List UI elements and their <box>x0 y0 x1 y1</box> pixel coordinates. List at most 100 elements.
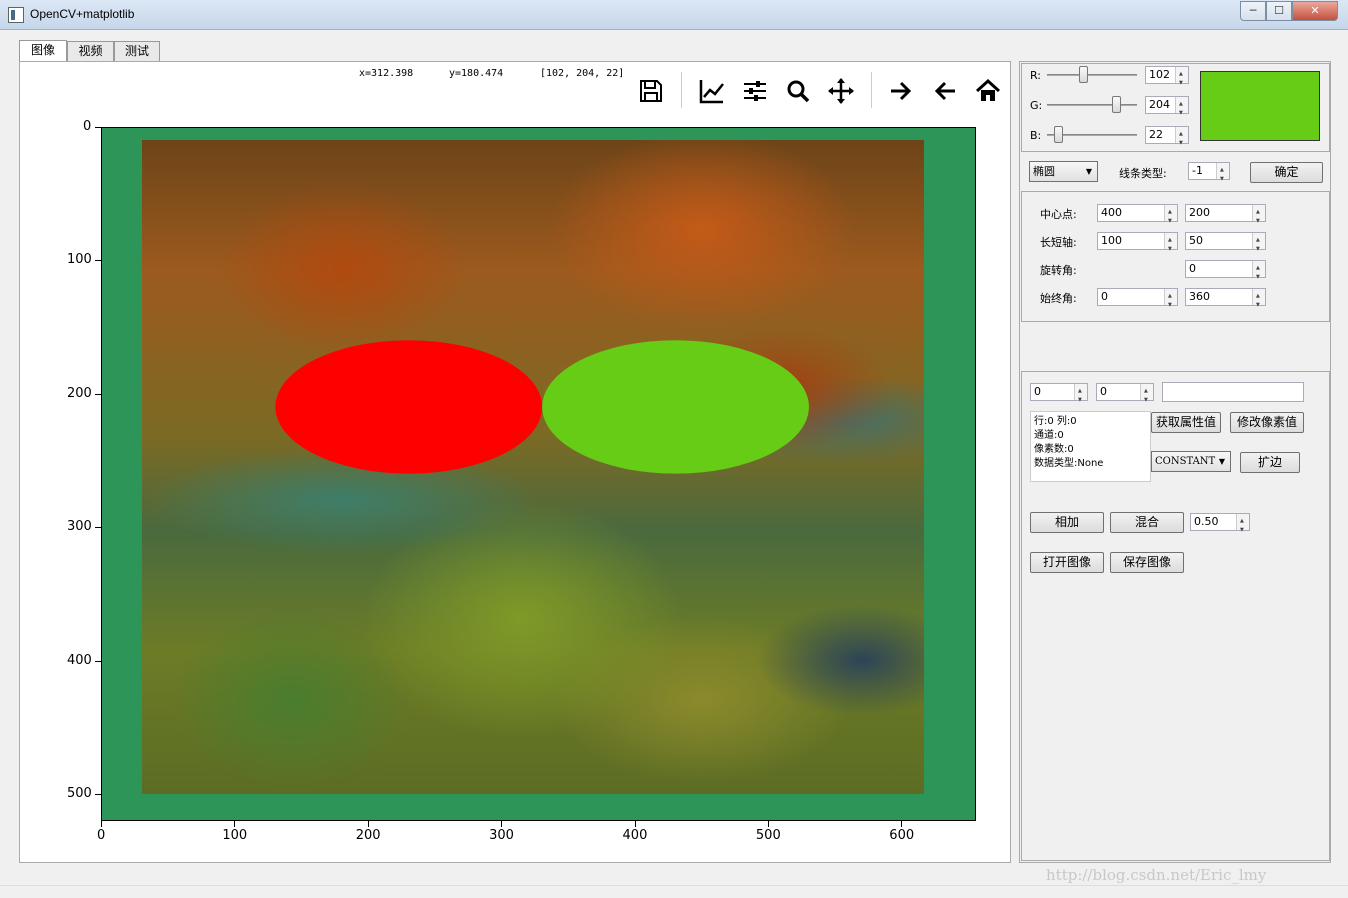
spin-arrows-icon[interactable] <box>1164 232 1177 257</box>
zoom-icon[interactable] <box>783 76 813 106</box>
pan-icon[interactable] <box>826 76 856 106</box>
cursor-x-readout: x=312.398 <box>359 68 414 79</box>
confirm-button[interactable]: 确定 <box>1250 162 1323 183</box>
home-icon[interactable] <box>973 76 1003 106</box>
border-type-select[interactable]: CONSTANT <box>1151 451 1231 472</box>
y-tick <box>95 794 101 796</box>
tab-video[interactable]: 视频 <box>67 41 114 61</box>
center-y-spinbox[interactable]: 200 <box>1185 204 1266 229</box>
y-tick <box>95 393 101 395</box>
pad-button[interactable]: 扩边 <box>1240 452 1300 473</box>
spin-arrows-icon[interactable] <box>1252 260 1265 285</box>
spin-arrows-icon[interactable] <box>1236 513 1249 538</box>
end-angle-spinbox[interactable]: 360 <box>1185 288 1266 313</box>
subplots-icon[interactable] <box>697 76 727 106</box>
cursor-y-readout: y=180.474 <box>449 68 504 79</box>
blue-value: 22 <box>1149 128 1163 141</box>
info-dtype: 数据类型:None <box>1034 458 1104 469</box>
spin-arrows-icon[interactable] <box>1175 96 1188 121</box>
spin-arrows-icon[interactable] <box>1140 383 1153 408</box>
spin-arrows-icon[interactable] <box>1164 204 1177 229</box>
center-x-spinbox[interactable]: 400 <box>1097 204 1178 229</box>
blue-slider-handle[interactable] <box>1053 126 1063 143</box>
angle-label: 旋转角: <box>1040 264 1077 277</box>
green-label: G: <box>1030 99 1043 112</box>
blend-alpha-spinbox[interactable]: 0.50 <box>1190 513 1250 538</box>
col-spinbox[interactable]: 0 <box>1096 383 1154 408</box>
pixel-value-input[interactable] <box>1162 382 1304 402</box>
y-tick <box>95 260 101 262</box>
shape-select[interactable]: 椭圆 <box>1029 161 1098 182</box>
red-label: R: <box>1030 69 1042 82</box>
x-tick-label: 200 <box>355 828 381 843</box>
span-label: 始终角: <box>1040 292 1077 305</box>
spin-arrows-icon[interactable] <box>1252 288 1265 313</box>
spin-arrows-icon[interactable] <box>1164 288 1177 313</box>
add-button[interactable]: 相加 <box>1030 512 1104 533</box>
x-tick <box>901 821 903 827</box>
tab-test[interactable]: 测试 <box>114 41 160 61</box>
get-attr-button[interactable]: 获取属性值 <box>1151 412 1221 433</box>
minimize-button[interactable]: ─ <box>1240 1 1266 21</box>
blue-label: B: <box>1030 129 1042 142</box>
y-tick-label: 0 <box>83 119 92 134</box>
blue-spinbox[interactable]: 22 <box>1145 126 1189 151</box>
axis-minor-spinbox[interactable]: 50 <box>1185 232 1266 257</box>
x-tick <box>634 821 636 827</box>
title-bar: OpenCV+matplotlib ─ ☐ ✕ <box>0 0 1348 30</box>
spin-arrows-icon[interactable] <box>1252 204 1265 229</box>
green-spinbox[interactable]: 204 <box>1145 96 1189 121</box>
green-slider-handle[interactable] <box>1111 96 1121 113</box>
line-type-label: 线条类型: <box>1119 167 1167 180</box>
status-bar <box>0 885 1348 898</box>
maximize-button[interactable]: ☐ <box>1266 1 1292 21</box>
x-tick-label: 0 <box>97 828 106 843</box>
spin-arrows-icon[interactable] <box>1074 383 1087 408</box>
green-ellipse <box>542 340 809 474</box>
x-tick-label: 100 <box>222 828 248 843</box>
drawn-shapes <box>275 340 809 474</box>
spin-arrows-icon[interactable] <box>1216 162 1229 187</box>
spin-arrows-icon[interactable] <box>1252 232 1265 257</box>
pixel-info-box: 行:0 列:0 通道:0 像素数:0 数据类型:None <box>1030 411 1151 482</box>
configure-icon[interactable] <box>740 76 770 106</box>
watermark: http://blog.csdn.net/Eric_lmy <box>1046 866 1267 884</box>
spin-arrows-icon[interactable] <box>1175 66 1188 91</box>
window-title: OpenCV+matplotlib <box>30 7 135 21</box>
col-value: 0 <box>1100 385 1107 398</box>
row-value: 0 <box>1034 385 1041 398</box>
axis-major-spinbox[interactable]: 100 <box>1097 232 1178 257</box>
axis-major-value: 100 <box>1101 234 1122 247</box>
row-spinbox[interactable]: 0 <box>1030 383 1088 408</box>
x-tick-label: 400 <box>622 828 648 843</box>
y-tick <box>95 527 101 529</box>
angle-spinbox[interactable]: 0 <box>1185 260 1266 285</box>
angle-value: 0 <box>1189 262 1196 275</box>
close-button[interactable]: ✕ <box>1292 1 1338 21</box>
tab-image[interactable]: 图像 <box>19 40 67 61</box>
start-angle-value: 0 <box>1101 290 1108 303</box>
x-tick <box>367 821 369 827</box>
green-slider[interactable] <box>1047 104 1137 106</box>
back-icon[interactable] <box>930 76 960 106</box>
save-icon[interactable] <box>636 76 666 106</box>
y-tick <box>95 127 101 128</box>
x-tick <box>767 821 769 827</box>
set-pixel-button[interactable]: 修改像素值 <box>1230 412 1304 433</box>
line-type-value: -1 <box>1192 164 1203 177</box>
save-image-button[interactable]: 保存图像 <box>1110 552 1184 573</box>
start-angle-spinbox[interactable]: 0 <box>1097 288 1178 313</box>
image-axes[interactable] <box>101 127 976 821</box>
blend-button[interactable]: 混合 <box>1110 512 1184 533</box>
spin-arrows-icon[interactable] <box>1175 126 1188 151</box>
red-spinbox[interactable]: 102 <box>1145 66 1189 91</box>
end-angle-value: 360 <box>1189 290 1210 303</box>
axis-minor-value: 50 <box>1189 234 1203 247</box>
open-image-button[interactable]: 打开图像 <box>1030 552 1104 573</box>
forward-icon[interactable] <box>886 76 916 106</box>
red-slider-handle[interactable] <box>1079 66 1089 83</box>
red-slider[interactable] <box>1047 74 1137 76</box>
line-type-spinbox[interactable]: -1 <box>1188 162 1230 187</box>
axes-label: 长短轴: <box>1040 236 1077 249</box>
y-tick-label: 200 <box>67 385 92 401</box>
